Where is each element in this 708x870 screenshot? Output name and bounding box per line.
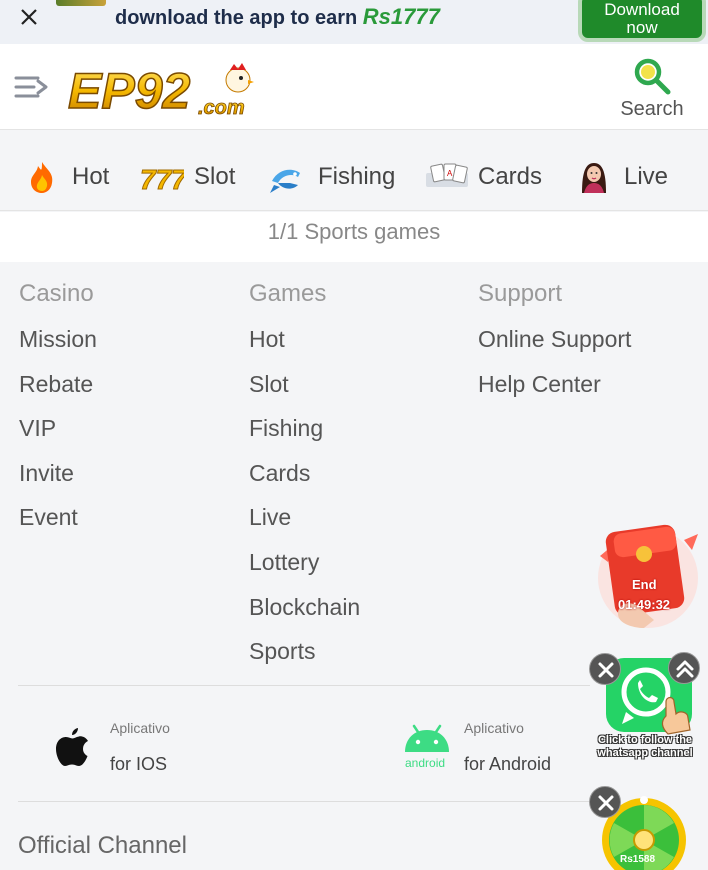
category-label: Live (624, 163, 669, 190)
footer-link-help-center[interactable]: Help Center (478, 369, 631, 414)
banner-amount: Rs1777 (362, 4, 440, 29)
search-button[interactable]: Search (612, 56, 692, 121)
android-app-label: for Android (464, 754, 552, 774)
ios-app-caption: Aplicativo (110, 720, 170, 736)
close-wheel-button[interactable] (589, 786, 621, 818)
category-label: Cards (478, 163, 543, 190)
footer-link-blockchain[interactable]: Blockchain (249, 592, 360, 637)
footer-divider (18, 685, 590, 686)
category-label: Hot (72, 163, 110, 190)
footer-link-live[interactable]: Live (249, 502, 360, 547)
ios-app-label: for IOS (110, 754, 168, 774)
cards-icon: A (426, 163, 468, 187)
ios-app-link[interactable]: Aplicativo for IOS (54, 718, 314, 778)
category-label: Slot (194, 163, 236, 190)
footer-link-event[interactable]: Event (19, 502, 97, 547)
footer-games-column: Games Hot Slot Fishing Cards Live Lotter… (249, 280, 360, 681)
footer-link-hot[interactable]: Hot (249, 324, 360, 369)
android-wordmark: android (405, 756, 446, 770)
footer-link-slot[interactable]: Slot (249, 369, 360, 414)
banner-message: download the app to earn Rs1777 (115, 4, 440, 30)
apple-icon (56, 728, 88, 766)
footer-link-rebate[interactable]: Rebate (19, 369, 97, 414)
category-cards[interactable]: A Cards (424, 157, 542, 197)
android-app-link[interactable]: android Aplicativo for Android (402, 718, 592, 778)
svg-text:EP92: EP92 (68, 63, 191, 118)
footer-link-cards[interactable]: Cards (249, 458, 360, 503)
category-slot[interactable]: 777 Slot (140, 157, 235, 197)
footer-heading-support: Support (478, 280, 563, 307)
envelope-countdown: 01:49:32 (618, 597, 671, 612)
svg-text:.com: .com (198, 97, 245, 118)
search-icon (634, 58, 671, 95)
footer-divider (18, 801, 590, 802)
category-nav: Hot 777 Slot Fishing A Cards Live (0, 131, 708, 211)
wheel-amount: Rs1588 (620, 854, 656, 865)
footer-support-column: Support Online Support Help Center (478, 280, 631, 413)
live-dealer-icon (582, 163, 606, 193)
banner-thumbnail (56, 0, 106, 6)
footer-link-fishing[interactable]: Fishing (249, 413, 360, 458)
close-icon[interactable] (18, 6, 40, 28)
close-icon (598, 795, 614, 811)
footer-heading-casino: Casino (19, 280, 94, 307)
footer-link-online-support[interactable]: Online Support (478, 324, 631, 369)
double-chevron-up-icon (676, 660, 694, 678)
red-envelope-promo[interactable] (588, 516, 708, 636)
envelope-end-label: End (632, 577, 657, 592)
android-app-caption: Aplicativo (464, 720, 524, 736)
close-whatsapp-button[interactable] (589, 653, 621, 685)
footer-casino-column: Casino Mission Rebate VIP Invite Event (19, 280, 97, 547)
whatsapp-follow-text: Click to follow the whatsapp channel (597, 734, 693, 759)
category-live[interactable]: Live (576, 157, 668, 197)
download-label-now: now (626, 18, 658, 37)
menu-icon[interactable] (14, 74, 50, 100)
category-label: Fishing (318, 163, 396, 190)
official-channel-heading: Official Channel (18, 832, 187, 859)
footer-link-sports[interactable]: Sports (249, 636, 360, 681)
search-label: Search (620, 98, 684, 120)
svg-text:A: A (447, 169, 453, 178)
android-icon (405, 724, 449, 752)
footer-link-mission[interactable]: Mission (19, 324, 97, 369)
download-banner: download the app to earn Rs1777 Download… (0, 0, 708, 44)
download-now-button[interactable]: Download now (578, 0, 706, 42)
footer-link-lottery[interactable]: Lottery (249, 547, 360, 592)
site-header: EP92 .com Search (0, 44, 708, 130)
footer-link-vip[interactable]: VIP (19, 413, 97, 458)
banner-message-text: download the app to earn (115, 7, 363, 29)
footer-heading-games: Games (249, 280, 327, 307)
fire-icon (31, 162, 53, 193)
download-label: Download (604, 0, 680, 19)
games-count: 1/1 Sports games (0, 212, 708, 262)
slot-777-icon: 777 (140, 164, 184, 196)
close-icon (598, 662, 614, 678)
fish-icon (270, 169, 300, 193)
footer-link-invite[interactable]: Invite (19, 458, 97, 503)
category-hot[interactable]: Hot (24, 157, 109, 197)
svg-text:777: 777 (140, 164, 184, 195)
site-logo[interactable]: EP92 .com (66, 62, 258, 120)
category-fishing[interactable]: Fishing (268, 157, 395, 197)
scroll-top-button[interactable] (668, 652, 700, 684)
